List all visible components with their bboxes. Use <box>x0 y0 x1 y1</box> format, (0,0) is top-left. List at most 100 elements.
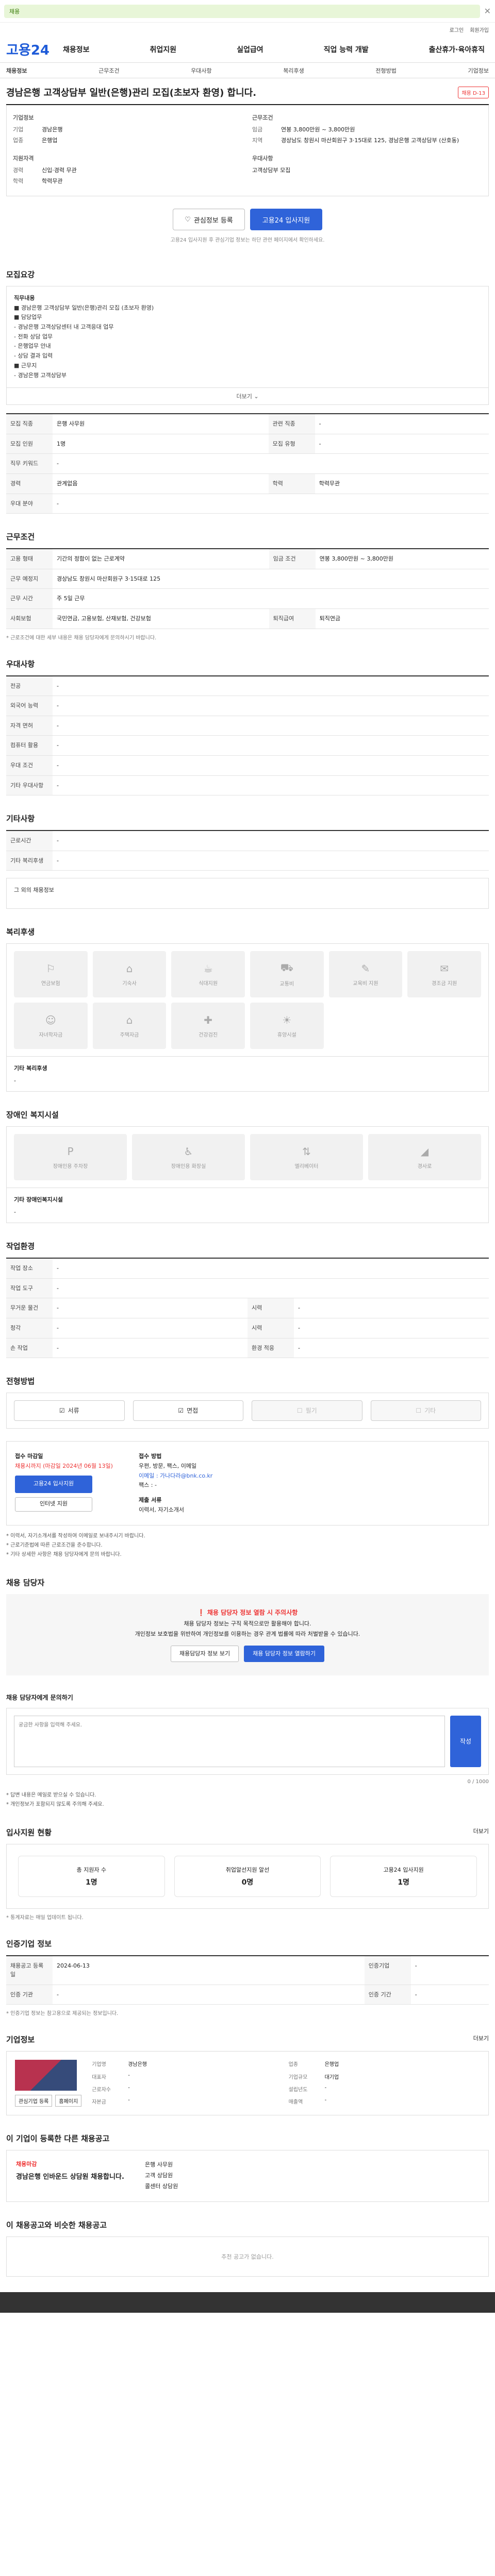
more-button[interactable]: 더보기 ⌄ <box>6 388 489 405</box>
facility-card: ◢ 경사로 <box>368 1134 481 1181</box>
table-row: 인증 기관 - 인증 기간 - <box>6 1985 489 2005</box>
cell-value: - <box>410 1985 489 2005</box>
table-row: 근무 시간 주 5일 근무 <box>6 588 489 609</box>
welfare-card: ☕ 식대지원 <box>171 951 245 998</box>
gift-icon: ✉ <box>440 962 449 975</box>
list-item[interactable]: 콜센터 상담원 <box>145 2181 178 2192</box>
stat-card: 고용24 입사지원 1명 <box>330 1855 477 1897</box>
method-etc: ☐ 기타 <box>370 1400 481 1421</box>
close-icon[interactable]: ✕ <box>484 6 491 16</box>
gnb-item-support[interactable]: 취업지원 <box>150 44 177 55</box>
box-line: 직무내용 <box>14 295 35 301</box>
login-link[interactable]: 로그인 <box>450 26 464 33</box>
fav-company-button[interactable]: 관심기업 등록 <box>15 2095 53 2107</box>
banner-pill[interactable]: 채용 <box>4 4 480 18</box>
table-row: 경력 관계없음 학력 학력무관 <box>6 473 489 494</box>
cell-value: - <box>128 2097 130 2104</box>
table-row: 손 작업 - 환경 적응 - <box>6 1338 489 1359</box>
view-contact-button[interactable]: 채용담당자 정보 보기 <box>171 1645 239 1662</box>
cell-key: 사회보험 <box>6 608 53 629</box>
scrap-button[interactable]: ♡ 관심정보 등록 <box>173 209 245 230</box>
check-icon: ☑ <box>59 1407 65 1415</box>
recruit-title: 모집요강 <box>6 270 35 279</box>
welfare-card: ☺ 자녀학자금 <box>14 1003 88 1049</box>
toggle-label: 필기 <box>305 1407 317 1415</box>
method-line: 팩스 : - <box>139 1482 157 1489</box>
dday-badge: 채용 D-13 <box>458 86 489 98</box>
pension-icon: ⚐ <box>46 962 56 975</box>
cell-value: - <box>53 696 489 716</box>
company-more-link[interactable]: 더보기 <box>473 2034 489 2045</box>
tab-recruit[interactable]: 채용정보 <box>6 66 27 75</box>
gnb-item-unemployment[interactable]: 실업급여 <box>237 44 263 55</box>
cell-value: 국민연금, 고용보험, 산재보험, 건강보험 <box>53 608 269 629</box>
internet-apply-button[interactable]: 인터넷 지원 <box>15 1497 92 1512</box>
cell-key: 시력 <box>248 1318 294 1338</box>
site-logo[interactable]: 고용24 <box>6 40 63 59</box>
scrap-label: 관심정보 등록 <box>193 216 233 225</box>
cell-key: 작업 도구 <box>6 1278 53 1299</box>
extra-label: 우대사항 <box>252 155 273 162</box>
list-item[interactable]: 고객 상담원 <box>145 2171 178 2181</box>
cell-value: - <box>53 735 489 756</box>
gnb-item-jobs[interactable]: 채용정보 <box>63 44 90 55</box>
cell-key: 임금 조건 <box>269 549 316 569</box>
card-label: 기숙사 <box>122 980 137 987</box>
book-icon: ✎ <box>361 962 370 975</box>
kv-value: 은행업 <box>42 137 58 144</box>
cell-value: - <box>53 755 489 776</box>
stats-note: * 통계자료는 매일 업데이트 됩니다. <box>6 1914 84 1921</box>
job-title: 경남은행 고객상담부 일반(은행)관리 모집(초보자 환영) 합니다. <box>6 88 257 98</box>
homepage-button[interactable]: 홈페이지 <box>55 2095 82 2107</box>
cell-value: - <box>53 851 489 871</box>
join-link[interactable]: 회원가입 <box>470 26 489 33</box>
welfare-cards: ⚐ 연금보험 ⌂ 기숙사 ☕ 식대지원 ⛟ 교통비 ✎ 교육비 지원 ✉ 경조금 지원 ☺ 자… <box>6 943 489 1057</box>
cell-value: - <box>324 2097 327 2104</box>
open-contact-button[interactable]: 채용 담당자 정보 열람하기 <box>244 1645 324 1662</box>
global-nav: 고용24 채용정보 취업지원 실업급여 직업 능력 개발 출산휴가·육아휴직 <box>0 36 495 63</box>
apply-now-button[interactable]: 고용24 입사지원 <box>15 1475 92 1493</box>
tab-company[interactable]: 기업정보 <box>468 66 488 75</box>
list-item[interactable]: 은행 사무원 <box>145 2160 178 2171</box>
other-job-tag: 채용마감 <box>16 2161 37 2168</box>
ask-textarea[interactable] <box>14 1715 445 1767</box>
facility-card: ⇅ 엘리베이터 <box>250 1134 363 1181</box>
welfare-card: ⚐ 연금보험 <box>14 951 88 998</box>
cell-key: 손 작업 <box>6 1338 53 1359</box>
tab-pref[interactable]: 우대사항 <box>191 66 211 75</box>
gnb-item-leave[interactable]: 출산휴가·육아휴직 <box>429 44 485 55</box>
cell-key: 시력 <box>248 1298 294 1319</box>
card-label: 자녀학자금 <box>39 1032 63 1038</box>
cell-value: - <box>315 414 489 434</box>
kv-value: 학력무관 <box>42 177 63 184</box>
stats-title: 입사지원 현황 <box>6 1827 52 1837</box>
apply-button[interactable]: 고용24 입사지원 <box>250 209 322 230</box>
method-line[interactable]: 이메일 : 가나다라@bnk.co.kr <box>139 1471 212 1481</box>
cell-key: 인증 기관 <box>6 1985 53 2005</box>
contact-line: 개인정보 보호법을 위반하여 개인정보를 이용하는 경우 관계 법률에 따라 처… <box>135 1630 360 1637</box>
other-job-name[interactable]: 경남은행 인바운드 상담원 채용합니다. <box>16 2171 129 2181</box>
card-label: 휴양시설 <box>277 1032 296 1038</box>
cell-value: - <box>128 2084 130 2091</box>
tab-method[interactable]: 전형방법 <box>375 66 396 75</box>
extra-value: 고객상담부 모집 <box>252 167 291 174</box>
card-label: 교육비 지원 <box>353 980 378 987</box>
welfare-title: 복리후생 <box>6 927 35 937</box>
ask-send-button[interactable]: 작성 <box>450 1715 481 1767</box>
card-label: 연금보험 <box>41 980 60 987</box>
cell-value: - <box>294 1298 489 1319</box>
cell-key: 근로자수 <box>92 2087 111 2093</box>
company-grid: 기업명 경남은행 업종 은행업 대표자 - 기업규모 대기업 근로자수 - 설립년도 - 자본금 -… <box>92 2060 480 2107</box>
gnb-item-training[interactable]: 직업 능력 개발 <box>324 44 369 55</box>
cell-key: 퇴직급여 <box>269 608 316 629</box>
tab-work[interactable]: 근무조건 <box>98 66 119 75</box>
cell-value: - <box>315 434 489 454</box>
stats-more-link[interactable]: 더보기 <box>473 1827 489 1838</box>
tab-welfare[interactable]: 복리후생 <box>283 66 304 75</box>
kv-key: 기업 <box>13 126 24 133</box>
disabled-title: 장애인 복지시설 <box>6 1110 59 1120</box>
cell-value: - <box>53 831 489 851</box>
toggle-label: 서류 <box>68 1407 79 1415</box>
welfare-card: ☀ 휴양시설 <box>250 1003 324 1049</box>
alert-icon: ❗ <box>197 1609 205 1617</box>
